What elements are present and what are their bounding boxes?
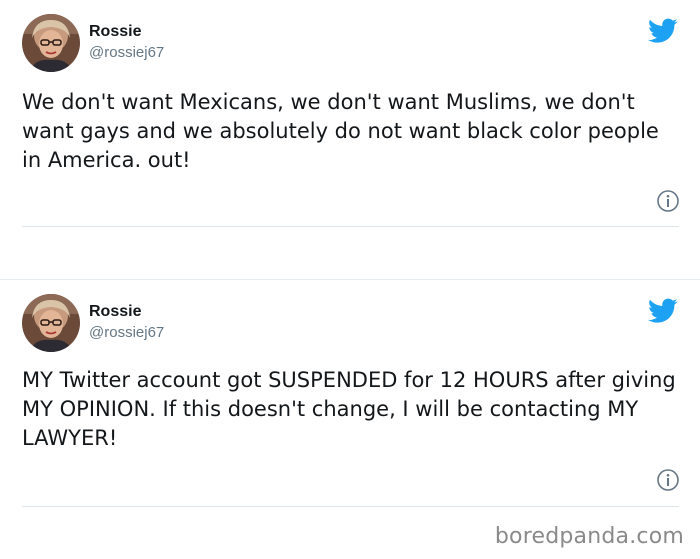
avatar[interactable] <box>22 14 80 72</box>
watermark: boredpanda.com <box>494 524 684 549</box>
profile-photo-icon <box>22 294 80 352</box>
tweet-text: MY Twitter account got SUSPENDED for 12 … <box>22 368 676 450</box>
info-icon[interactable] <box>656 189 680 213</box>
display-name[interactable]: Rossie <box>89 23 141 41</box>
twitter-bird-icon[interactable] <box>648 298 678 324</box>
tweet-card[interactable]: Rossie @rossiej67 MY Twitter account got… <box>0 280 700 519</box>
screenshot-page: Rossie @rossiej67 We don't want Mexicans… <box>0 0 700 559</box>
tweet-text: We don't want Mexicans, we don't want Mu… <box>22 90 659 172</box>
info-icon[interactable] <box>656 468 680 492</box>
profile-photo-icon <box>22 14 80 72</box>
twitter-bird-icon[interactable] <box>648 18 678 44</box>
divider <box>22 506 679 507</box>
user-handle[interactable]: @rossiej67 <box>89 44 164 61</box>
tweet-card[interactable]: Rossie @rossiej67 We don't want Mexicans… <box>0 0 700 279</box>
divider <box>22 226 679 227</box>
display-name[interactable]: Rossie <box>89 303 141 321</box>
user-handle[interactable]: @rossiej67 <box>89 324 164 341</box>
avatar[interactable] <box>22 294 80 352</box>
